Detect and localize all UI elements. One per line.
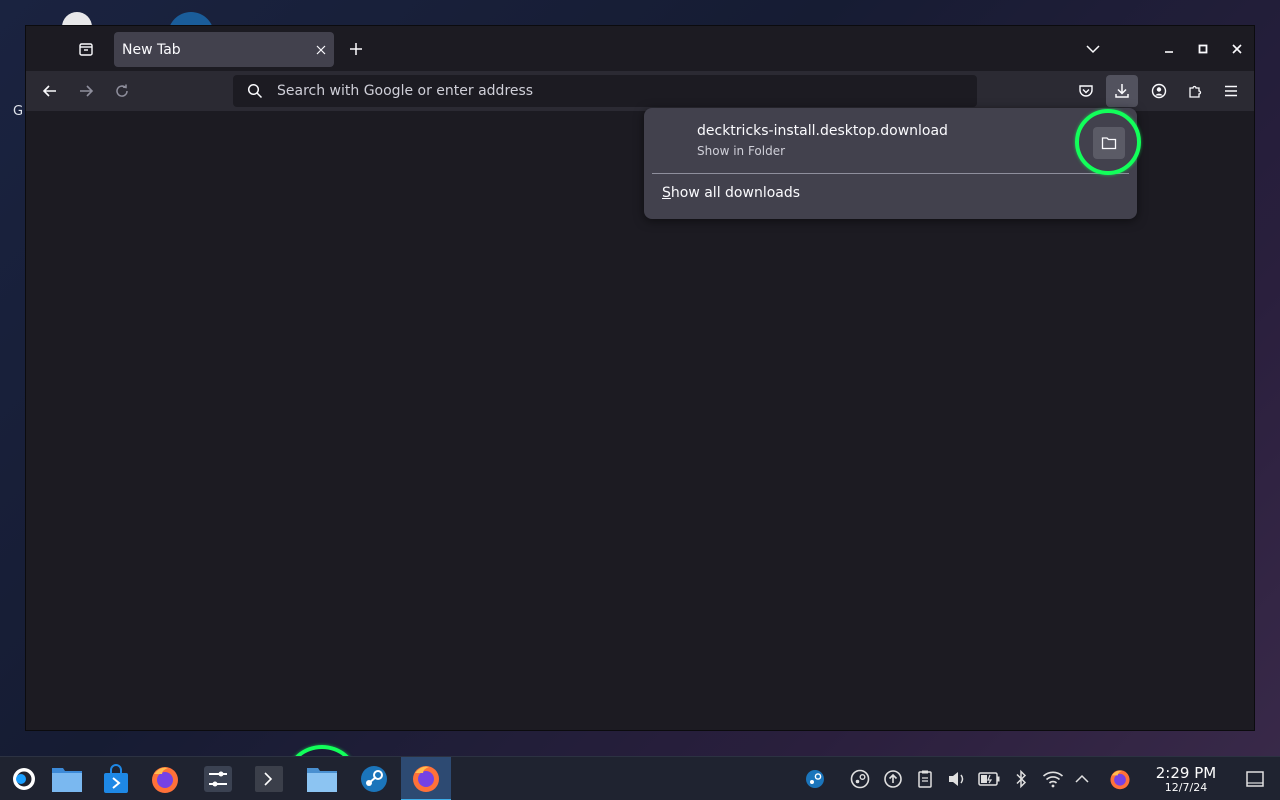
taskbar-system-settings[interactable] xyxy=(194,757,242,800)
show-desktop-icon xyxy=(1246,771,1264,787)
update-icon xyxy=(884,770,902,788)
divider xyxy=(652,173,1129,174)
application-launcher[interactable] xyxy=(0,757,48,800)
list-all-tabs-button[interactable] xyxy=(1078,36,1108,62)
download-item[interactable]: decktricks-install.desktop.download Show… xyxy=(644,108,1137,170)
taskbar-dolphin[interactable] xyxy=(298,757,346,800)
tray-firefox[interactable] xyxy=(1108,767,1132,791)
puzzle-icon xyxy=(1189,85,1202,98)
address-input[interactable] xyxy=(277,83,977,99)
close-window-button[interactable] xyxy=(1226,38,1248,60)
tray-battery[interactable] xyxy=(977,767,1001,791)
steam-icon xyxy=(850,769,870,789)
tray-updates[interactable] xyxy=(881,767,905,791)
account-icon xyxy=(1151,83,1167,99)
show-all-downloads-button[interactable]: Show all downloads xyxy=(662,185,800,201)
settings-sliders-icon xyxy=(204,766,232,792)
tab-new-tab[interactable]: New Tab xyxy=(114,32,334,67)
bluetooth-icon xyxy=(1016,769,1027,789)
app-menu-button[interactable] xyxy=(1215,75,1247,107)
battery-charging-icon xyxy=(978,772,1000,786)
maximize-icon xyxy=(1198,44,1208,54)
download-icon xyxy=(1115,84,1129,98)
extensions-button[interactable] xyxy=(1179,75,1211,107)
tab-title: New Tab xyxy=(122,41,181,58)
close-icon xyxy=(1232,44,1242,54)
plus-icon xyxy=(350,43,362,55)
navigation-toolbar xyxy=(26,71,1254,111)
folder-icon xyxy=(52,768,82,792)
maximize-button[interactable] xyxy=(1192,38,1214,60)
tray-expand-button[interactable] xyxy=(1070,767,1094,791)
tray-clipboard[interactable] xyxy=(913,767,937,791)
title-bar: New Tab xyxy=(26,26,1254,71)
chevron-up-icon xyxy=(1075,774,1089,783)
clock-date[interactable]: 12/7/24 xyxy=(1150,781,1222,794)
firefox-view-icon xyxy=(79,43,93,56)
taskbar-steam[interactable] xyxy=(350,757,398,800)
taskbar-file-manager[interactable] xyxy=(43,757,91,800)
taskbar-konsole[interactable] xyxy=(245,757,293,800)
minimize-button[interactable] xyxy=(1158,38,1180,60)
taskbar-firefox-active[interactable] xyxy=(401,757,451,800)
show-all-downloads-label: how all downloads xyxy=(670,185,801,201)
clock-time[interactable]: 2:29 PM xyxy=(1150,764,1222,782)
clipboard-icon xyxy=(918,770,932,788)
tab-close-button[interactable] xyxy=(308,37,334,63)
reload-button[interactable] xyxy=(107,76,137,106)
show-desktop-button[interactable] xyxy=(1243,767,1267,791)
desktop-icon-label: G xyxy=(13,104,24,119)
tray-bluetooth[interactable] xyxy=(1009,767,1033,791)
taskbar-firefox[interactable] xyxy=(141,757,189,800)
account-button[interactable] xyxy=(1143,75,1175,107)
folder-icon xyxy=(307,768,337,792)
pocket-button[interactable] xyxy=(1070,75,1102,107)
steamos-logo-icon xyxy=(13,768,35,790)
firefox-icon xyxy=(152,767,178,793)
highlight-circle xyxy=(1075,109,1141,175)
tray-steam[interactable] xyxy=(803,767,827,791)
address-bar[interactable] xyxy=(233,75,977,107)
volume-icon xyxy=(949,772,964,786)
close-icon xyxy=(316,45,326,54)
search-icon xyxy=(233,83,277,99)
taskbar xyxy=(0,756,1280,800)
wifi-icon xyxy=(1042,771,1064,788)
arrow-right-icon xyxy=(80,85,94,97)
hamburger-menu-icon xyxy=(1225,85,1237,97)
firefox-view-button[interactable] xyxy=(70,36,102,62)
steam-icon xyxy=(806,770,824,788)
tray-wifi[interactable] xyxy=(1041,767,1065,791)
downloads-button[interactable] xyxy=(1106,75,1138,107)
tray-steam-mono[interactable] xyxy=(848,767,872,791)
pocket-icon xyxy=(1079,85,1093,97)
minimize-icon xyxy=(1165,51,1173,53)
downloads-panel: decktricks-install.desktop.download Show… xyxy=(644,108,1137,219)
reload-icon xyxy=(116,84,128,97)
store-bag-icon xyxy=(104,764,128,793)
arrow-left-icon xyxy=(42,85,56,97)
chevron-down-icon xyxy=(1086,45,1100,54)
taskbar-discover[interactable] xyxy=(92,757,140,800)
download-filename: decktricks-install.desktop.download xyxy=(697,123,948,139)
new-tab-button[interactable] xyxy=(342,36,370,62)
back-button[interactable] xyxy=(35,76,65,106)
firefox-icon xyxy=(1110,770,1130,790)
firefox-icon xyxy=(413,766,439,792)
tray-volume[interactable] xyxy=(945,767,969,791)
access-key: S xyxy=(662,185,671,201)
download-status: Show in Folder xyxy=(697,144,786,158)
steam-icon xyxy=(361,766,387,792)
forward-button[interactable] xyxy=(71,76,101,106)
terminal-icon xyxy=(255,766,283,792)
